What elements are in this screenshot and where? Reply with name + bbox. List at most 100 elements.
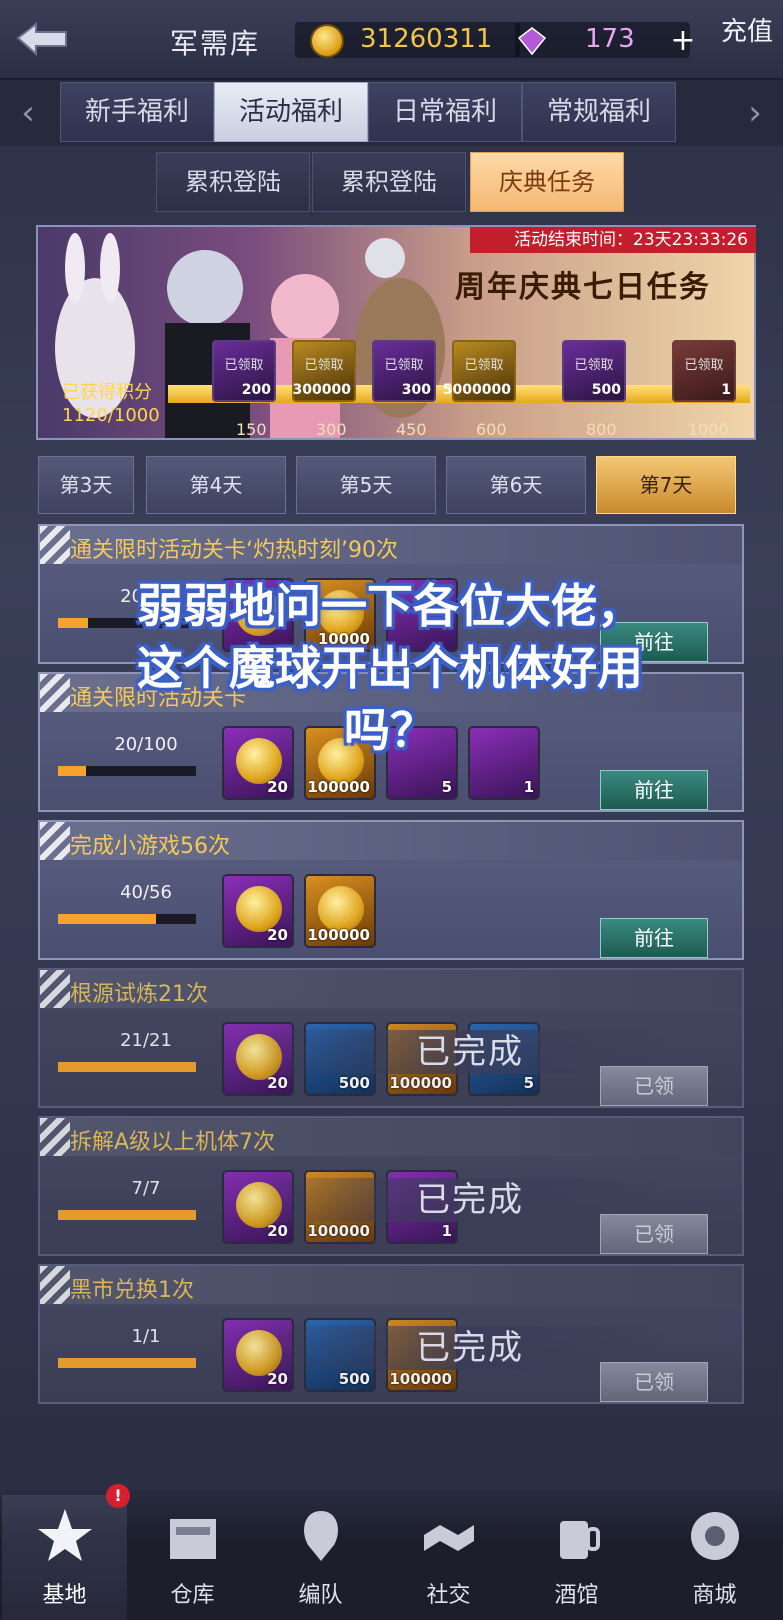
reward-quantity: 20: [267, 1370, 288, 1388]
reward-quantity: 500: [338, 1370, 370, 1388]
tab-day-7[interactable]: 第7天: [596, 456, 736, 514]
caption-line: 弱弱地问一下各位大佬，: [137, 579, 643, 633]
tab-day-3[interactable]: 第3天: [38, 456, 134, 514]
reward-quantity: 100000: [307, 926, 370, 944]
reward-quantity: 100000: [307, 1222, 370, 1240]
warehouse-icon: [170, 1519, 216, 1559]
nav-shop[interactable]: 商城: [652, 1495, 777, 1620]
nav-label: 编队: [298, 1583, 343, 1608]
task-progress-fill: [58, 1358, 196, 1368]
task-progress-count: 21/21: [120, 1030, 172, 1051]
nav-social[interactable]: 社交: [386, 1495, 511, 1620]
nav-tavern[interactable]: 酒馆: [514, 1495, 639, 1620]
reward-quantity: 5: [523, 1074, 534, 1092]
tavern-icon: [560, 1521, 600, 1559]
task-title: 通关限时活动关卡‘灼热时刻’90次: [70, 538, 398, 563]
milestone-claimed: 已领取: [574, 358, 614, 373]
caption-line: 吗？: [344, 703, 436, 757]
milestone-tick: 450: [396, 420, 427, 439]
subtab-celebration-tasks[interactable]: 庆典任务: [470, 152, 624, 212]
tab-newbie-welfare[interactable]: 新手福利: [60, 82, 214, 142]
claimed-button: 已领: [600, 1362, 708, 1402]
milestone-tick: 150: [236, 420, 267, 439]
go-button[interactable]: 前往: [600, 770, 708, 810]
event-title: 周年庆典七日任务: [455, 270, 711, 305]
milestone-amount: 300: [401, 382, 431, 398]
notification-badge: !: [106, 1484, 130, 1508]
milestone-amount: 200: [241, 382, 271, 398]
go-button[interactable]: 前往: [600, 918, 708, 958]
caption-line: 这个魔球开出个机体好用: [137, 641, 643, 695]
shop-icon: [691, 1512, 739, 1560]
milestone-claimed: 已领取: [384, 358, 424, 373]
task-progress-fill: [58, 1062, 196, 1072]
base-icon: [38, 1509, 92, 1561]
event-countdown: 活动结束时间：23天23:33:26: [470, 227, 756, 253]
task-title: 黑市兑换1次: [70, 1278, 194, 1303]
add-gems-button[interactable]: +: [668, 26, 698, 56]
reward-quantity: 20: [267, 926, 288, 944]
milestone-reward[interactable]: 已领取 200: [212, 340, 276, 402]
milestone-reward[interactable]: 已领取 1: [672, 340, 736, 402]
task-card: 黑市兑换1次 1/1 20 500 100000 已完成 已领: [38, 1264, 744, 1404]
subtab-cumulative-login-1[interactable]: 累积登陆: [156, 152, 310, 212]
gem-icon: [517, 26, 547, 56]
tabs-left-arrow-icon[interactable]: ‹: [10, 90, 46, 136]
milestone-claimed: 已领取: [464, 358, 504, 373]
tabs-right-arrow-icon[interactable]: ›: [737, 90, 773, 136]
task-card: 拆解A级以上机体7次 7/7 20 100000 1 已完成 已领: [38, 1116, 744, 1256]
milestone-claimed: 已领取: [304, 358, 344, 373]
task-progress-fill: [58, 1210, 196, 1220]
reward-item[interactable]: 20: [222, 874, 294, 948]
milestone-tick: 300: [316, 420, 347, 439]
milestone-amount: 300000: [292, 382, 351, 398]
milestone-tick: 1000: [688, 420, 729, 439]
back-arrow-icon: [16, 21, 67, 57]
reward-quantity: 1: [523, 778, 534, 796]
task-stripes: [40, 970, 70, 1008]
reward-quantity: 20: [267, 1222, 288, 1240]
nav-label: 基地: [42, 1583, 87, 1608]
task-stripes: [40, 1118, 70, 1156]
nav-formation[interactable]: 编队: [258, 1495, 383, 1620]
reward-quantity: 100000: [389, 1370, 452, 1388]
task-progress-count: 1/1: [131, 1326, 161, 1347]
milestone-tick: 600: [476, 420, 507, 439]
task-progress-count: 7/7: [131, 1178, 161, 1199]
social-icon: [424, 1525, 474, 1551]
nav-label: 酒馆: [554, 1583, 599, 1608]
tab-daily-welfare[interactable]: 日常福利: [368, 82, 522, 142]
back-button[interactable]: [8, 14, 78, 64]
tab-event-welfare[interactable]: 活动福利: [214, 82, 368, 142]
reward-quantity: 100000: [307, 778, 370, 796]
nav-base[interactable]: 基地: [2, 1495, 127, 1620]
reward-item[interactable]: 100000: [304, 874, 376, 948]
nav-label: 社交: [426, 1583, 471, 1608]
gold-value: 31260311: [360, 24, 493, 54]
milestone-claimed: 已领取: [224, 358, 264, 373]
task-title: 根源试炼21次: [70, 982, 208, 1007]
milestone-tick: 800: [586, 420, 617, 439]
recharge-button[interactable]: 充值: [712, 12, 782, 62]
task-title: 拆解A级以上机体7次: [70, 1130, 276, 1155]
reward-quantity: 1: [441, 1222, 452, 1240]
subtab-cumulative-login-2[interactable]: 累积登陆: [312, 152, 466, 212]
milestone-reward[interactable]: 已领取 300: [372, 340, 436, 402]
tab-day-6[interactable]: 第6天: [446, 456, 586, 514]
task-progress-fill: [58, 766, 86, 776]
tab-regular-welfare[interactable]: 常规福利: [522, 82, 676, 142]
task-title: 完成小游戏56次: [70, 834, 230, 859]
tab-day-5[interactable]: 第5天: [296, 456, 436, 514]
milestone-reward[interactable]: 已领取 300000: [292, 340, 356, 402]
points-value: 1120/1000: [62, 405, 160, 426]
task-stripes: [40, 1266, 70, 1304]
tab-day-4[interactable]: 第4天: [146, 456, 286, 514]
nav-warehouse[interactable]: 仓库: [130, 1495, 255, 1620]
task-card: 根源试炼21次 21/21 20 500 100000 5 已完成 已领: [38, 968, 744, 1108]
milestone-reward[interactable]: 已领取 5000000: [443, 340, 516, 402]
reward-quantity: 20: [267, 778, 288, 796]
milestone-reward[interactable]: 已领取 500: [562, 340, 626, 402]
formation-icon: [304, 1511, 338, 1561]
milestone-amount: 5000000: [442, 382, 511, 398]
gold-coin-icon: [310, 24, 344, 58]
